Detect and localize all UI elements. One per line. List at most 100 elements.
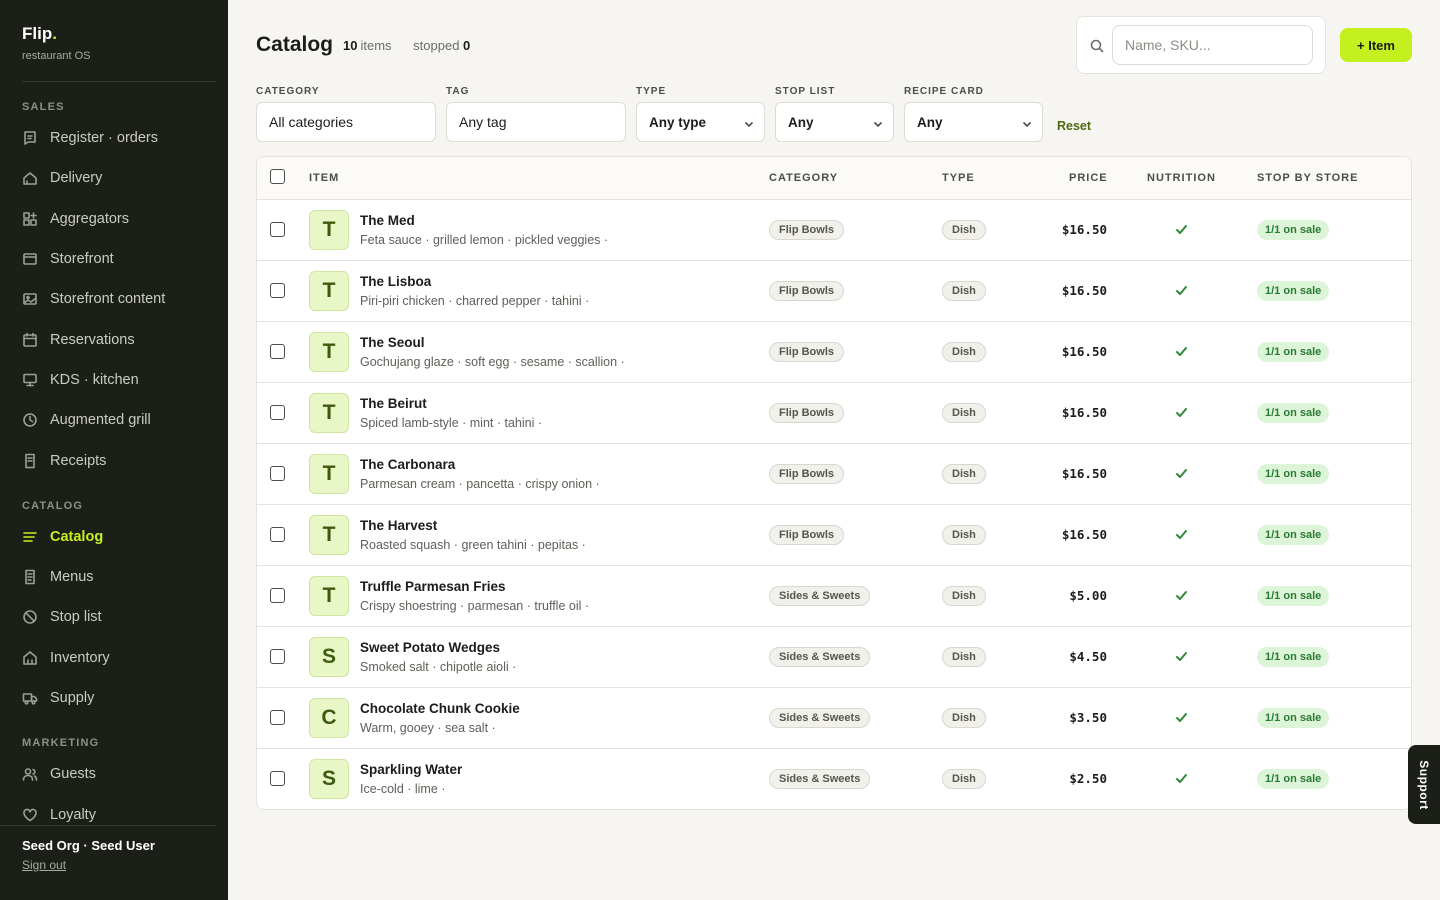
column-header-price[interactable]: PRICE: [1069, 172, 1108, 184]
delivery-icon: [22, 170, 38, 186]
stop-list-select[interactable]: Any: [775, 102, 894, 142]
row-checkbox[interactable]: [270, 710, 285, 725]
table-row[interactable]: T The Med Feta sauce · grilled lemon · pic…: [257, 200, 1411, 261]
sidebar-item-storefront[interactable]: Storefront: [0, 239, 228, 279]
sidebar-item-receipts[interactable]: Receipts: [0, 440, 228, 480]
search-card: [1076, 16, 1326, 74]
users-icon: [22, 766, 38, 782]
calendar-icon: [22, 332, 38, 348]
column-header-item[interactable]: ITEM: [309, 172, 339, 184]
sidebar-item-storefront-content[interactable]: Storefront content: [0, 279, 228, 319]
row-checkbox[interactable]: [270, 649, 285, 664]
sidebar-item-label: Menus: [50, 569, 94, 586]
register-icon: [22, 130, 38, 146]
table-row[interactable]: T The Seoul Gochujang glaze · soft egg · s…: [257, 322, 1411, 383]
item-name[interactable]: The Carbonara: [360, 457, 455, 472]
sidebar-item-reservations[interactable]: Reservations: [0, 319, 228, 359]
inventory-icon: [22, 650, 38, 666]
brand[interactable]: Flip. restaurant OS: [22, 24, 90, 62]
sidebar-item-register-orders[interactable]: Register · orders: [0, 118, 228, 158]
table-row[interactable]: T Truffle Parmesan Fries Crispy shoestring…: [257, 566, 1411, 627]
sidebar-divider: [22, 81, 216, 82]
catalog-table: ITEM CATEGORY TYPE PRICE NUTRITION STOP …: [256, 156, 1412, 810]
sidebar-item-label: Supply: [50, 690, 95, 706]
nutrition-check-icon: [1175, 772, 1188, 785]
table-row[interactable]: T The Harvest Roasted squash · green tahin…: [257, 505, 1411, 566]
item-price: $16.50: [1061, 466, 1107, 481]
stop-list-select-value: Any: [788, 114, 814, 130]
item-name[interactable]: Chocolate Chunk Cookie: [360, 701, 520, 716]
column-header-type[interactable]: TYPE: [942, 172, 975, 184]
row-checkbox[interactable]: [270, 771, 285, 786]
item-name[interactable]: The Lisboa: [360, 274, 431, 289]
truck-icon: [22, 690, 38, 706]
row-checkbox[interactable]: [270, 588, 285, 603]
item-name[interactable]: Truffle Parmesan Fries: [360, 579, 506, 594]
stop-status-badge: 1/1 on sale: [1257, 647, 1330, 667]
row-checkbox[interactable]: [270, 222, 285, 237]
sidebar-item-kds-kitchen[interactable]: KDS · kitchen: [0, 360, 228, 400]
filter-category: CATEGORY All categories: [256, 86, 436, 142]
column-header-stop-by-store[interactable]: STOP BY STORE: [1257, 172, 1358, 184]
nav-section-catalog: CATALOG: [22, 499, 84, 512]
row-checkbox[interactable]: [270, 466, 285, 481]
sidebar-item-aggregators[interactable]: Aggregators: [0, 199, 228, 239]
sidebar-item-label: Stop list: [50, 609, 102, 626]
category-filter-input[interactable]: All categories: [256, 102, 436, 142]
item-avatar: T: [309, 210, 349, 250]
tag-filter-input[interactable]: Any tag: [446, 102, 626, 142]
recipe-card-select[interactable]: Any: [904, 102, 1043, 142]
table-row[interactable]: C Chocolate Chunk Cookie Warm, gooey · sea…: [257, 688, 1411, 749]
item-name[interactable]: The Harvest: [360, 518, 437, 533]
sidebar-item-delivery[interactable]: Delivery: [0, 158, 228, 198]
recipe-card-select-value: Any: [917, 114, 943, 130]
sidebar-item-label: Storefront content: [50, 291, 166, 308]
support-tab[interactable]: Support: [1408, 745, 1440, 824]
add-item-button[interactable]: + Item: [1340, 28, 1412, 62]
item-name[interactable]: Sweet Potato Wedges: [360, 640, 500, 655]
item-name[interactable]: Sparkling Water: [360, 762, 462, 777]
type-select[interactable]: Any type: [636, 102, 765, 142]
item-name[interactable]: The Beirut: [360, 396, 427, 411]
select-all-checkbox[interactable]: [270, 169, 285, 184]
sidebar-item-augmented-grill[interactable]: Augmented grill: [0, 400, 228, 440]
item-description: Feta sauce · grilled lemon · pickled veg…: [360, 233, 609, 247]
table-row[interactable]: S Sparkling Water Ice-cold · lime · Sides &…: [257, 749, 1411, 809]
sidebar-item-supply[interactable]: Supply: [0, 678, 228, 718]
filter-type: TYPE Any type: [636, 86, 765, 142]
table-row[interactable]: T The Carbonara Parmesan cream · pancetta …: [257, 444, 1411, 505]
column-header-category[interactable]: CATEGORY: [769, 172, 838, 184]
sidebar-item-catalog[interactable]: Catalog: [0, 517, 228, 557]
item-name[interactable]: The Seoul: [360, 335, 425, 350]
filter-stop-list: STOP LIST Any: [775, 86, 894, 142]
type-chip: Dish: [942, 586, 986, 606]
reset-filters-link[interactable]: Reset: [1057, 119, 1091, 133]
table-row[interactable]: T The Beirut Spiced lamb-style · mint · ta…: [257, 383, 1411, 444]
stopped-count: 0: [463, 38, 471, 53]
signout-link[interactable]: Sign out: [22, 858, 66, 872]
item-avatar: T: [309, 515, 349, 555]
brand-logo: Flip.: [22, 24, 57, 43]
sidebar-item-stop-list[interactable]: Stop list: [0, 597, 228, 637]
row-checkbox[interactable]: [270, 527, 285, 542]
sidebar-item-menus[interactable]: Menus: [0, 557, 228, 597]
table-row[interactable]: S Sweet Potato Wedges Smoked salt · chipot…: [257, 627, 1411, 688]
sidebar-item-guests[interactable]: Guests: [0, 754, 228, 794]
item-price: $16.50: [1061, 527, 1107, 542]
search-input[interactable]: [1112, 25, 1313, 65]
item-price: $5.00: [1069, 588, 1107, 603]
item-description: Warm, gooey · sea salt ·: [360, 721, 496, 735]
table-row[interactable]: T The Lisboa Piri-piri chicken · charred p…: [257, 261, 1411, 322]
sidebar-item-inventory[interactable]: Inventory: [0, 638, 228, 678]
item-description: Roasted squash · green tahini · pepitas …: [360, 538, 586, 552]
row-checkbox[interactable]: [270, 405, 285, 420]
column-header-nutrition[interactable]: NUTRITION: [1147, 172, 1216, 184]
row-checkbox[interactable]: [270, 344, 285, 359]
sidebar-item-loyalty[interactable]: Loyalty: [0, 794, 228, 824]
row-checkbox[interactable]: [270, 283, 285, 298]
monitor-icon: [22, 372, 38, 388]
filter-category-label: CATEGORY: [256, 86, 320, 97]
item-avatar: S: [309, 637, 349, 677]
item-name[interactable]: The Med: [360, 213, 415, 228]
sidebar-item-label: Guests: [50, 766, 96, 783]
